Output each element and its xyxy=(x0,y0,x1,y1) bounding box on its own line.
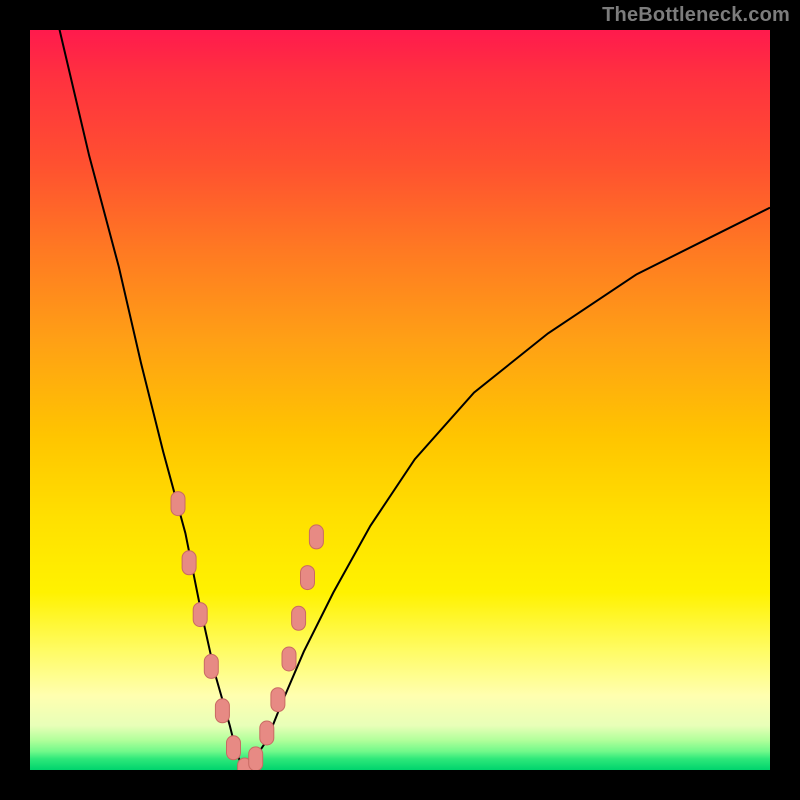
marker xyxy=(182,551,196,575)
plot-area xyxy=(30,30,770,770)
outer-frame: TheBottleneck.com xyxy=(0,0,800,800)
marker xyxy=(215,699,229,723)
marker xyxy=(171,492,185,516)
marker xyxy=(227,736,241,760)
curve-path xyxy=(30,30,770,770)
marker xyxy=(249,747,263,770)
marker xyxy=(292,606,306,630)
marker xyxy=(301,566,315,590)
marker xyxy=(309,525,323,549)
marker-cluster xyxy=(171,492,323,770)
bottleneck-curve xyxy=(30,30,770,770)
marker xyxy=(282,647,296,671)
watermark-text: TheBottleneck.com xyxy=(602,4,790,27)
marker xyxy=(193,603,207,627)
chart-svg xyxy=(30,30,770,770)
marker xyxy=(271,688,285,712)
marker xyxy=(204,654,218,678)
marker xyxy=(260,721,274,745)
